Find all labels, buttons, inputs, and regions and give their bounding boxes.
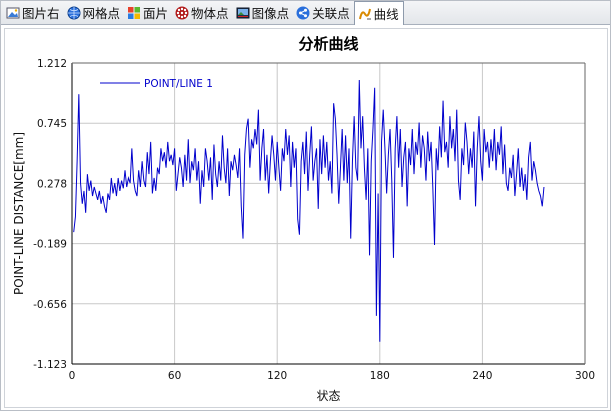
x-tick-label: 180 [370, 370, 390, 382]
x-tick-label: 60 [168, 370, 181, 382]
y-tick-label: -1.123 [33, 359, 67, 371]
picture-icon [236, 6, 250, 20]
tab-1[interactable]: 网格点 [64, 1, 125, 24]
tab-6[interactable]: 曲线 [353, 1, 404, 25]
tab-label: 图像点 [251, 6, 290, 21]
tab-3[interactable]: 物体点 [172, 1, 233, 24]
x-axis-title: 状态 [316, 389, 340, 403]
x-tick-label: 300 [575, 370, 595, 382]
y-tick-label: 1.212 [37, 58, 67, 70]
image-icon [6, 6, 20, 20]
tab-label: 关联点 [312, 6, 350, 21]
x-tick-label: 240 [472, 370, 492, 382]
plot-area [72, 63, 585, 364]
globe-icon [67, 6, 81, 20]
share-icon [296, 6, 310, 20]
tab-0[interactable]: 图片右 [3, 1, 64, 24]
tab-5[interactable]: 关联点 [293, 1, 354, 24]
windows-icon [127, 6, 141, 20]
tab-4[interactable]: 图像点 [233, 1, 294, 24]
analysis-window: 图片右 网格点 面片 物体点 图像点 关联点 曲线 分析曲线 -1.123 -0.656 -0.1… [0, 0, 611, 411]
x-tick-label: 120 [267, 370, 287, 382]
tab-label: 曲线 [373, 7, 399, 22]
dots-icon [175, 6, 189, 20]
tab-label: 物体点 [191, 6, 229, 21]
tab-label: 图片右 [22, 6, 60, 21]
y-tick-label: 0.745 [37, 118, 67, 130]
legend-label: POINT/LINE 1 [144, 78, 213, 90]
tab-label: 网格点 [82, 6, 121, 21]
tab-bar: 图片右 网格点 面片 物体点 图像点 关联点 曲线 [1, 1, 610, 25]
tab-label: 面片 [143, 6, 169, 21]
y-axis-title: POINT-LINE DISTANCE[mm] [12, 132, 26, 295]
y-tick-label: -0.189 [33, 239, 67, 251]
x-tick-label: 0 [69, 370, 76, 382]
chart-title: 分析曲线 [298, 35, 358, 53]
analysis-chart: 分析曲线 -1.123 -0.656 -0.189 0.278 0.745 1.212 0 60… [12, 35, 595, 403]
y-tick-label: -0.656 [33, 299, 67, 311]
curve-icon [358, 7, 372, 21]
chart-panel: 分析曲线 -1.123 -0.656 -0.189 0.278 0.745 1.212 0 60… [4, 28, 608, 408]
y-tick-label: 0.278 [37, 178, 67, 190]
tab-2[interactable]: 面片 [124, 1, 172, 24]
